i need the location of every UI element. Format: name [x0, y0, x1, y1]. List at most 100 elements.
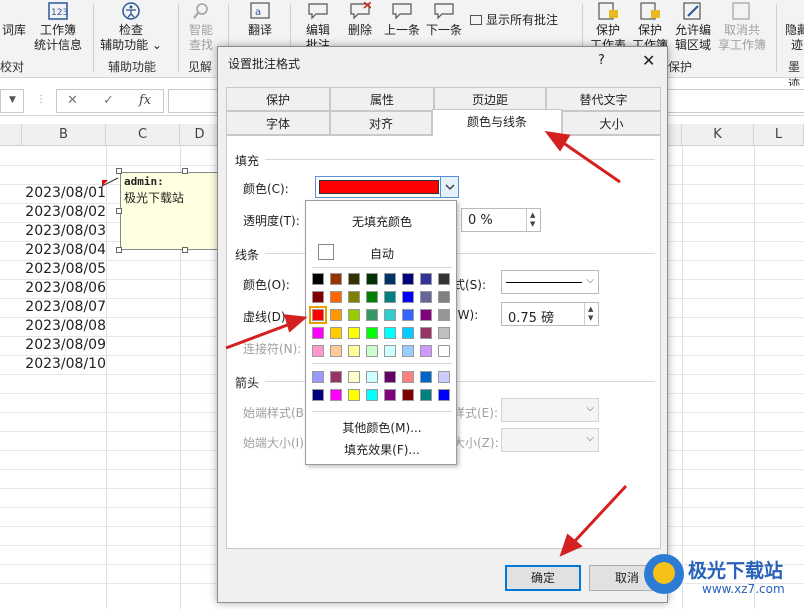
delete-comment-button[interactable]: 删除 [342, 1, 378, 38]
previous-comment-button[interactable]: 上一条 [382, 2, 422, 38]
chevron-down-icon[interactable] [440, 177, 458, 197]
thesaurus-button[interactable]: 词库 [0, 2, 30, 38]
color-swatch[interactable] [420, 291, 432, 303]
color-swatch[interactable] [438, 389, 450, 401]
ok-button[interactable]: 确定 [505, 565, 581, 591]
color-swatch[interactable] [366, 309, 378, 321]
tab-properties[interactable]: 属性 [330, 87, 434, 111]
tab-colors-and-lines[interactable]: 颜色与线条 [432, 109, 562, 136]
color-swatch[interactable] [330, 327, 342, 339]
resize-handle[interactable] [116, 208, 122, 214]
comment-box[interactable]: admin: 极光下载站 [120, 172, 218, 250]
tab-font[interactable]: 字体 [226, 111, 330, 135]
column-header-c[interactable]: C [106, 124, 180, 146]
more-colors-option[interactable]: 其他颜色(M)... [306, 419, 458, 436]
date-cell[interactable]: 2023/08/03 [22, 222, 106, 241]
name-box[interactable]: ▼ [0, 89, 24, 113]
date-cell[interactable]: 2023/08/06 [22, 279, 106, 298]
end-style-dropdown[interactable]: ⌵ [501, 398, 599, 422]
color-swatch[interactable] [348, 309, 360, 321]
comment-text[interactable]: 极光下载站 [124, 189, 184, 206]
color-swatch[interactable] [366, 273, 378, 285]
date-cell[interactable]: 2023/08/02 [22, 203, 106, 222]
tab-protection[interactable]: 保护 [226, 87, 330, 111]
column-header-b[interactable]: B [22, 124, 106, 146]
color-swatch[interactable] [348, 291, 360, 303]
color-swatch[interactable] [438, 309, 450, 321]
color-swatch[interactable] [330, 371, 342, 383]
date-cell[interactable]: 2023/08/10 [22, 355, 106, 374]
color-swatch[interactable] [384, 389, 396, 401]
color-swatch[interactable] [402, 389, 414, 401]
date-cell[interactable]: 2023/08/01 [22, 184, 106, 203]
date-cell[interactable]: 2023/08/08 [22, 317, 106, 336]
chevron-down-icon[interactable]: ⌵ [586, 403, 594, 414]
color-swatch[interactable] [420, 345, 432, 357]
color-swatch[interactable] [330, 309, 342, 321]
color-swatch[interactable] [348, 273, 360, 285]
color-swatch[interactable] [402, 327, 414, 339]
fill-color-dropdown[interactable] [315, 176, 459, 198]
color-swatch[interactable] [366, 389, 378, 401]
next-comment-button[interactable]: 下一条 [424, 2, 464, 38]
color-swatch[interactable] [420, 309, 432, 321]
check-accessibility-button[interactable]: 检查 辅助功能 ⌄ [98, 2, 164, 53]
column-header-j-edge[interactable] [668, 124, 682, 146]
smart-lookup-button[interactable]: 智能 查找 [183, 2, 219, 53]
color-swatch[interactable] [402, 291, 414, 303]
chevron-down-icon[interactable]: ▼ [9, 95, 16, 105]
line-style-dropdown[interactable]: ⌵ [501, 270, 599, 294]
column-header-k[interactable]: K [682, 124, 754, 146]
fill-effects-option[interactable]: 填充效果(F)... [306, 441, 458, 458]
color-swatch[interactable] [348, 389, 360, 401]
date-cell[interactable]: 2023/08/04 [22, 241, 106, 260]
translate-button[interactable]: a 翻译 [240, 2, 280, 38]
color-swatch[interactable] [348, 327, 360, 339]
tab-margins[interactable]: 页边距 [434, 87, 546, 111]
color-swatch[interactable] [330, 389, 342, 401]
color-swatch[interactable] [420, 273, 432, 285]
tab-alignment[interactable]: 对齐 [330, 111, 432, 135]
color-swatch[interactable] [402, 371, 414, 383]
tab-alt-text[interactable]: 替代文字 [546, 87, 661, 111]
color-swatch[interactable] [438, 291, 450, 303]
auto-color-option[interactable]: 自动 [306, 245, 458, 262]
color-swatch[interactable] [312, 345, 324, 357]
color-swatch[interactable] [384, 309, 396, 321]
spin-up-icon[interactable]: ▲ [530, 211, 535, 219]
enter-icon[interactable]: ✓ [103, 93, 114, 108]
spin-down-icon[interactable]: ▼ [588, 314, 593, 322]
show-all-comments-toggle[interactable]: 显示所有批注 [470, 12, 558, 28]
tab-size[interactable]: 大小 [562, 111, 661, 135]
color-swatch[interactable] [348, 371, 360, 383]
column-header-l[interactable]: L [754, 124, 804, 146]
color-swatch[interactable] [366, 371, 378, 383]
select-all-corner[interactable] [0, 124, 22, 146]
color-swatch[interactable] [384, 327, 396, 339]
chevron-down-icon[interactable]: ⌵ [586, 433, 594, 444]
help-icon[interactable]: ? [598, 53, 605, 68]
color-swatch[interactable] [420, 371, 432, 383]
color-swatch[interactable] [309, 306, 327, 324]
no-fill-option[interactable]: 无填充颜色 [306, 213, 458, 230]
resize-handle[interactable] [116, 247, 122, 253]
end-size-dropdown[interactable]: ⌵ [501, 428, 599, 452]
color-swatch[interactable] [438, 345, 450, 357]
date-cell[interactable]: 2023/08/07 [22, 298, 106, 317]
color-swatch[interactable] [312, 327, 324, 339]
column-header-d[interactable]: D [180, 124, 220, 146]
color-swatch[interactable] [384, 345, 396, 357]
cancel-icon[interactable]: ✕ [67, 93, 78, 108]
chevron-down-icon[interactable]: ⌵ [586, 275, 594, 286]
color-swatch[interactable] [402, 345, 414, 357]
spin-up-icon[interactable]: ▲ [588, 305, 593, 313]
color-swatch[interactable] [348, 345, 360, 357]
close-icon[interactable]: ✕ [642, 51, 655, 70]
color-swatch[interactable] [366, 291, 378, 303]
color-swatch[interactable] [384, 273, 396, 285]
resize-handle[interactable] [182, 168, 188, 174]
insert-function-icon[interactable]: fx [139, 93, 151, 108]
date-cell[interactable]: 2023/08/09 [22, 336, 106, 355]
color-swatch[interactable] [330, 291, 342, 303]
color-swatch[interactable] [312, 389, 324, 401]
